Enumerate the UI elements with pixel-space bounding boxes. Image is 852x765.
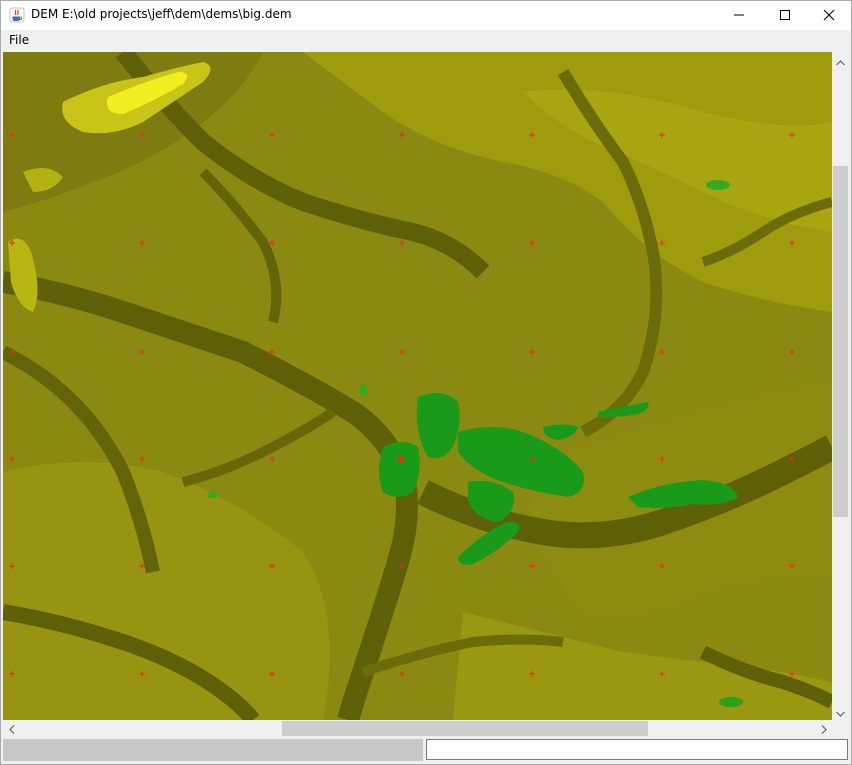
scroll-down-button[interactable]: [832, 703, 849, 720]
arrow-up-icon: [836, 51, 845, 70]
java-icon: [9, 7, 25, 23]
app-window: DEM E:\old projects\jeff\dem\dems\big.de…: [0, 0, 852, 765]
arrow-down-icon: [836, 702, 845, 721]
horizontal-scroll-thumb[interactable]: [282, 721, 648, 736]
terrain-depression: [208, 492, 218, 498]
scroll-left-button[interactable]: [3, 720, 20, 737]
maximize-button[interactable]: [762, 0, 808, 30]
terrain-depression: [706, 180, 730, 190]
vertical-scroll-thumb[interactable]: [833, 166, 848, 517]
scroll-right-button[interactable]: [815, 720, 832, 737]
status-panel: [3, 739, 423, 761]
window-title: DEM E:\old projects\jeff\dem\dems\big.de…: [31, 7, 292, 21]
title-bar[interactable]: DEM E:\old projects\jeff\dem\dems\big.de…: [0, 0, 852, 30]
elevation-map[interactable]: [3, 52, 832, 720]
minimize-button[interactable]: [716, 0, 762, 30]
elevation-map-canvas[interactable]: [3, 52, 832, 720]
status-bar: [0, 737, 852, 765]
close-icon: [823, 6, 835, 25]
close-button[interactable]: [806, 0, 852, 30]
vertical-scrollbar[interactable]: [832, 52, 849, 720]
scroll-up-button[interactable]: [832, 52, 849, 69]
maximize-icon: [779, 6, 791, 25]
terrain-depression: [359, 384, 367, 396]
horizontal-scrollbar[interactable]: [3, 720, 832, 737]
status-input-field[interactable]: [426, 739, 848, 760]
arrow-right-icon: [821, 719, 827, 738]
center-marker-icon: [398, 456, 404, 462]
minimize-icon: [733, 6, 745, 25]
arrow-left-icon: [8, 719, 15, 738]
menu-file[interactable]: File: [8, 33, 30, 47]
menu-bar: File: [0, 30, 852, 51]
terrain-depression: [379, 442, 420, 497]
terrain-depression: [719, 697, 743, 707]
scroll-corner: [832, 720, 849, 737]
